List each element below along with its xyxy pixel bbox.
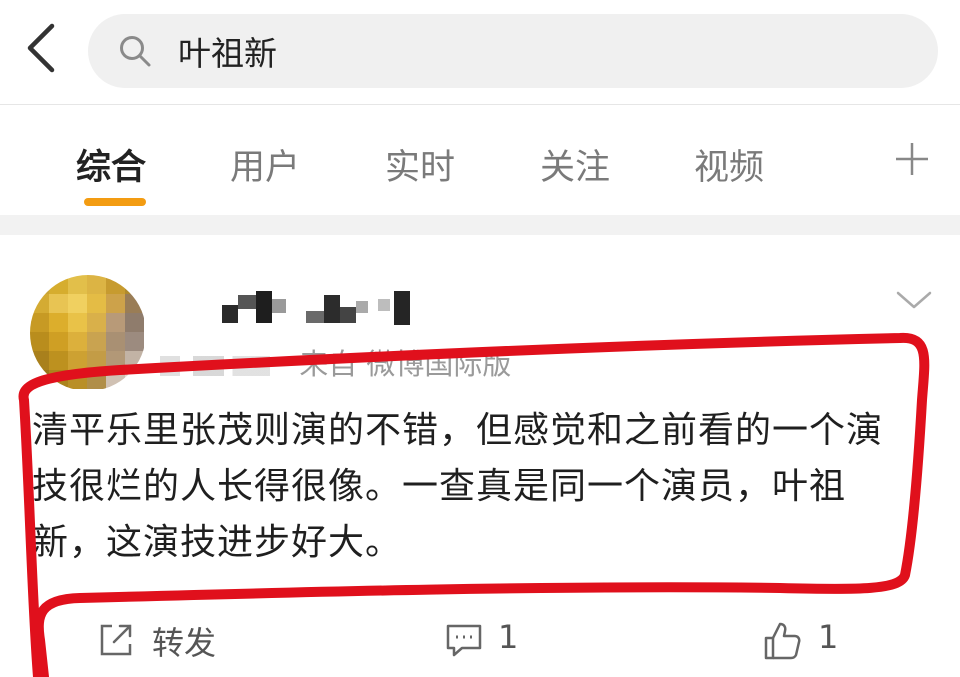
tab-realtime[interactable]: 实时 [385,139,455,190]
like-count: 1 [818,618,839,656]
search-tabs: 综合 用户 实时 关注 视频 [0,105,960,215]
chevron-down-icon[interactable] [894,285,934,315]
post-meta: 来自 微博国际版 [160,341,511,383]
tab-video[interactable]: 视频 [694,139,764,190]
share-icon [100,624,132,656]
search-input[interactable] [178,26,898,76]
search-header [0,0,960,105]
tab-comprehensive[interactable]: 综合 [76,139,146,190]
tab-users[interactable]: 用户 [230,139,300,190]
active-tab-indicator [84,198,146,206]
username-redacted[interactable] [222,291,442,331]
like-button[interactable]: 1 [762,614,852,666]
comment-count: 1 [498,618,519,656]
post-text[interactable]: 清平乐里张茂则演的不错，但感觉和之前看的一个演技很烂的人长得很像。一查真是同一个… [32,403,912,571]
search-icon [120,36,151,67]
repost-label: 转发 [152,624,217,662]
post-source: 来自 微博国际版 [299,347,512,381]
section-divider [0,215,960,235]
tab-following[interactable]: 关注 [540,139,610,190]
thumbs-up-icon [764,622,801,660]
chevron-left-icon [27,23,55,73]
comment-button[interactable]: 1 [444,614,534,666]
search-bar[interactable] [88,14,938,88]
post-card: 来自 微博国际版 清平乐里张茂则演的不错，但感觉和之前看的一个演技很烂的人长得很… [0,235,960,677]
post-time-redacted [160,356,270,376]
weibo-search-screen: 综合 用户 实时 关注 视频 [0,0,960,677]
plus-icon[interactable] [892,139,932,179]
back-button[interactable] [18,20,68,76]
comment-icon [446,624,482,657]
avatar[interactable] [30,275,146,391]
repost-button[interactable]: 转发 [96,614,236,666]
